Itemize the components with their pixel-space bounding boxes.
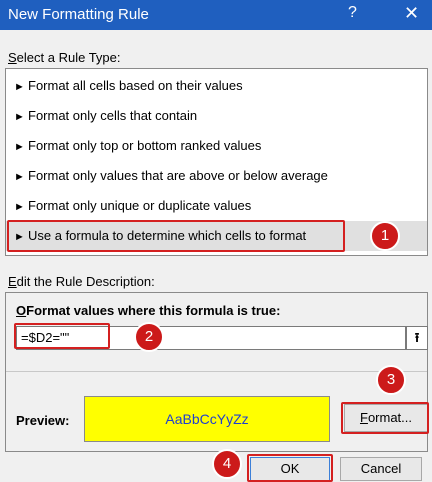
step-badge-1: 1: [370, 221, 400, 251]
highlight-format-button: [341, 402, 429, 434]
cancel-button[interactable]: Cancel: [340, 457, 422, 481]
rule-type-item-label: Format only values that are above or bel…: [28, 168, 328, 183]
rule-type-item[interactable]: ► Format only cells that contain: [6, 101, 427, 131]
title-bar: New Formatting Rule ? ✕: [0, 0, 432, 30]
rule-type-item-label: Format all cells based on their values: [28, 78, 243, 93]
highlight-formula-option: [7, 220, 345, 252]
arrow-icon: ►: [14, 171, 25, 183]
arrow-icon: ►: [14, 201, 25, 213]
step-badge-2: 2: [134, 322, 164, 352]
highlight-ok-button: [247, 454, 333, 482]
rule-type-item-label: Format only unique or duplicate values: [28, 198, 252, 213]
rule-type-item[interactable]: ► Format only top or bottom ranked values: [6, 131, 427, 161]
step-badge-4: 4: [212, 449, 242, 479]
rule-type-item-label: Format only top or bottom ranked values: [28, 138, 262, 153]
step-badge-3: 3: [376, 365, 406, 395]
rule-type-item-label: Format only cells that contain: [28, 108, 198, 123]
arrow-icon: ►: [14, 141, 25, 153]
help-icon[interactable]: ?: [348, 4, 357, 22]
arrow-icon: ►: [14, 81, 25, 93]
dialog-title: New Formatting Rule: [8, 6, 149, 23]
rule-type-item[interactable]: ► Format only values that are above or be…: [6, 161, 427, 191]
arrow-icon: ►: [14, 111, 25, 123]
highlight-formula-input: [14, 323, 110, 349]
collapse-dialog-button[interactable]: ⭱: [406, 326, 428, 350]
formula-label: OFormat values where this formula is tru…: [16, 303, 281, 318]
preview-label: Preview:: [16, 413, 70, 428]
close-icon[interactable]: ✕: [404, 3, 419, 24]
rule-description-label: Edit the Rule Description:: [8, 274, 155, 289]
preview-sample: AaBbCcYyZz: [84, 396, 330, 442]
rule-type-label: Select a Rule Type:: [8, 50, 121, 65]
rule-type-item[interactable]: ► Format all cells based on their values: [6, 71, 427, 101]
rule-type-item[interactable]: ► Format only unique or duplicate values: [6, 191, 427, 221]
